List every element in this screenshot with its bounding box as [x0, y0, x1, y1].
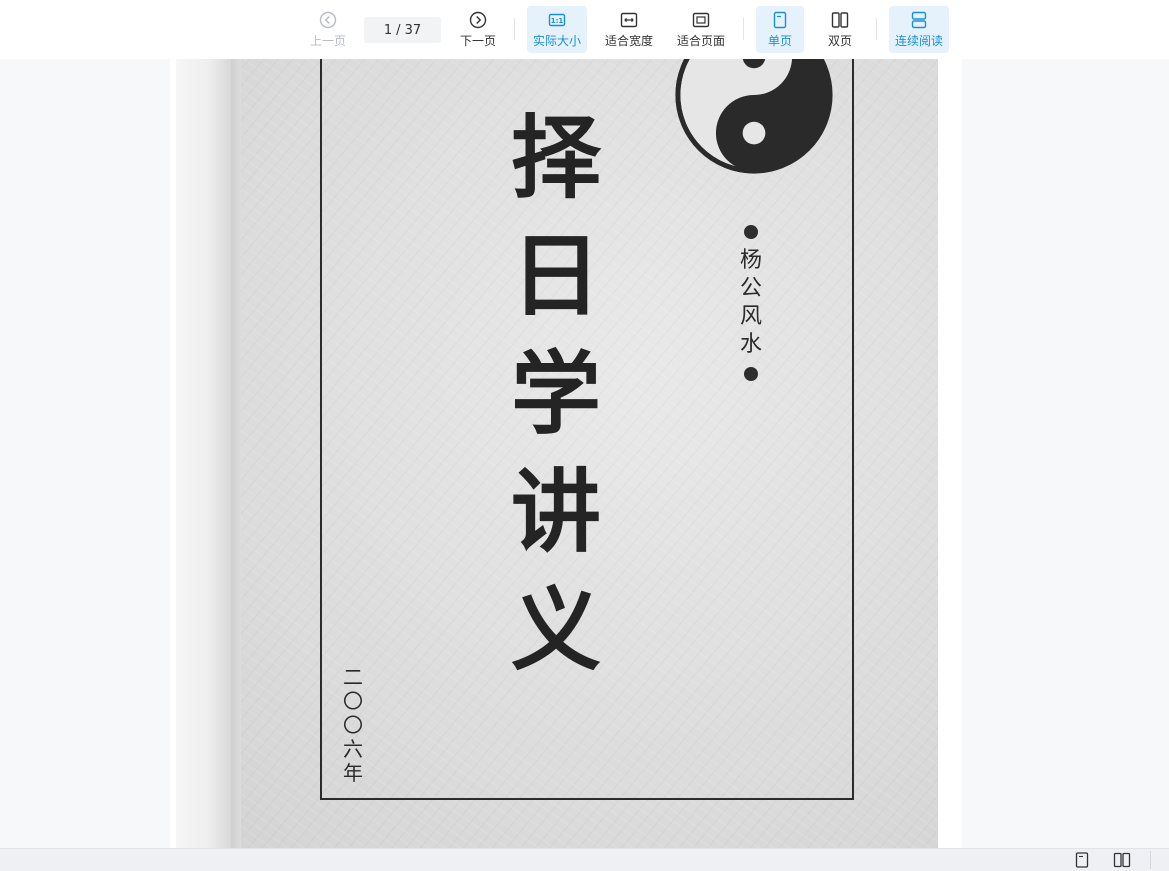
- page-separator: /: [396, 22, 401, 38]
- next-page-button[interactable]: 下一页: [457, 6, 499, 53]
- book-spine: [176, 59, 231, 848]
- title-char: 学: [511, 341, 601, 447]
- single-page-label: 单页: [767, 33, 792, 48]
- double-page-button[interactable]: 双页: [816, 6, 864, 53]
- toolbar-divider: [743, 18, 744, 40]
- page-current[interactable]: 1: [384, 23, 392, 38]
- year-char: 年: [343, 761, 363, 785]
- fit-page-button[interactable]: 适合页面: [672, 6, 730, 53]
- continuous-scroll-icon: [911, 11, 927, 28]
- author-char: 公: [739, 276, 762, 301]
- fit-width-label: 适合宽度: [604, 33, 653, 48]
- chevron-right-circle-icon: [469, 11, 487, 28]
- spine-shadow: [231, 59, 241, 848]
- page-total: 37: [404, 22, 422, 38]
- status-bar: [0, 848, 1169, 871]
- year-char: 二: [343, 665, 363, 689]
- single-page-icon: [773, 11, 787, 28]
- title-char: 日: [511, 223, 601, 329]
- continuous-reading-label: 连续阅读: [894, 33, 943, 48]
- year-char: 〇: [343, 713, 363, 737]
- title-char: 择: [511, 105, 601, 211]
- prev-page-button[interactable]: 上一页: [307, 6, 349, 53]
- scanned-cover-image: 择 日 学 讲 义 杨 公 风 水 二 〇 〇 六 年: [176, 59, 938, 848]
- title-char: 义: [511, 577, 601, 683]
- prev-page-label: 上一页: [309, 33, 346, 48]
- toolbar-divider: [514, 18, 515, 40]
- svg-text:1:1: 1:1: [551, 17, 564, 25]
- chevron-left-circle-icon: [319, 11, 337, 28]
- double-page-label: 双页: [827, 33, 852, 48]
- fit-width-icon: [620, 12, 638, 27]
- one-to-one-icon: 1:1: [548, 13, 566, 26]
- single-page-icon[interactable]: [1073, 852, 1091, 868]
- yin-yang-icon: [675, 59, 833, 174]
- page-indicator[interactable]: 1 / 37: [364, 17, 441, 43]
- actual-size-button[interactable]: 1:1 实际大小: [527, 6, 587, 53]
- continuous-reading-button[interactable]: 连续阅读: [889, 6, 949, 53]
- toolbar-divider: [876, 18, 877, 40]
- status-divider: [1150, 851, 1151, 869]
- next-page-label: 下一页: [459, 33, 496, 48]
- actual-size-label: 实际大小: [532, 33, 581, 48]
- year-char: 六: [343, 737, 363, 761]
- book-author: 杨 公 风 水: [736, 217, 766, 389]
- toolbar: 上一页 1 / 37 下一页 1:1 实际大小 适合宽度 适合页面 单页 双页 …: [0, 0, 1169, 59]
- double-page-icon[interactable]: [1113, 852, 1131, 868]
- publication-year: 二 〇 〇 六 年: [338, 665, 368, 785]
- fit-page-label: 适合页面: [676, 33, 725, 48]
- fit-page-icon: [692, 12, 710, 27]
- bullet-dot: [744, 225, 758, 239]
- double-page-icon: [831, 11, 849, 28]
- author-char: 水: [739, 332, 762, 357]
- title-char: 讲: [511, 459, 601, 565]
- year-char: 〇: [343, 689, 363, 713]
- bullet-dot: [744, 367, 758, 381]
- single-page-button[interactable]: 单页: [756, 6, 804, 53]
- book-title: 择 日 学 讲 义: [501, 99, 611, 689]
- author-char: 杨: [739, 248, 762, 273]
- fit-width-button[interactable]: 适合宽度: [600, 6, 658, 53]
- author-char: 风: [739, 304, 762, 329]
